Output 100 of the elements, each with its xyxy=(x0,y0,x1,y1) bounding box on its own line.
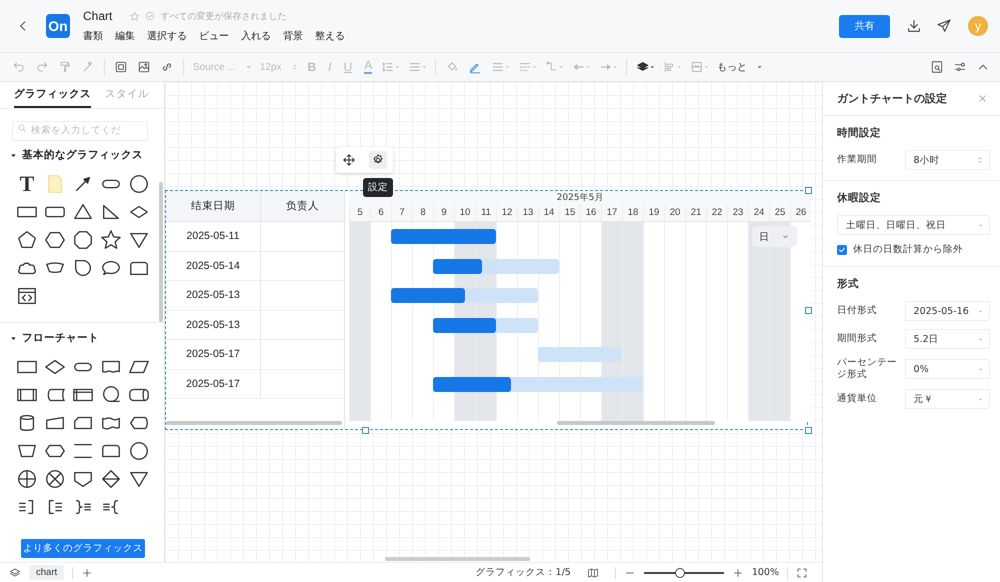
field-value: 土曜日、日曜日、祝日 xyxy=(846,218,946,232)
caret-icon xyxy=(977,336,984,342)
menu-item[interactable]: 整える xyxy=(315,29,345,43)
menu-item[interactable]: 入れる xyxy=(241,29,271,43)
task-bar[interactable] xyxy=(433,318,538,332)
image-icon[interactable] xyxy=(137,60,151,74)
sliders-icon[interactable] xyxy=(953,60,967,74)
resize-handle[interactable] xyxy=(805,307,812,314)
settings-button[interactable] xyxy=(368,151,387,169)
day-label: 12 xyxy=(496,204,517,221)
frame-icon[interactable] xyxy=(114,60,128,74)
resize-handle[interactable] xyxy=(805,187,812,194)
number-field[interactable]: 8小时 xyxy=(904,150,990,170)
dropdown[interactable]: 2025-05-16 xyxy=(904,301,990,321)
section-title: 形式 xyxy=(837,277,860,292)
circle-shape-icon[interactable] xyxy=(128,440,150,462)
close-icon[interactable] xyxy=(977,93,988,104)
day-label: 23 xyxy=(727,204,748,221)
checkbox[interactable] xyxy=(837,244,847,254)
send-icon[interactable] xyxy=(936,18,952,34)
dropdown[interactable]: 5.2日 xyxy=(904,329,990,349)
resize-handle[interactable] xyxy=(362,427,369,434)
zoom-in-icon[interactable] xyxy=(732,566,744,578)
tooltip: 設定 xyxy=(363,178,393,197)
search-icon xyxy=(17,123,27,133)
move-icon[interactable] xyxy=(342,153,356,167)
day-label: 24 xyxy=(748,204,769,221)
scrollbar[interactable] xyxy=(557,421,715,425)
resize-handle[interactable] xyxy=(805,427,812,434)
field-value: 2025-05-16 xyxy=(914,306,969,316)
menu-item[interactable]: ビュー xyxy=(199,29,229,43)
sort-shape-icon[interactable] xyxy=(100,468,122,490)
field-label: 作業期間 xyxy=(837,154,878,166)
text-tool[interactable]: T xyxy=(20,173,34,195)
or-shape-icon[interactable] xyxy=(44,468,66,490)
caret-icon xyxy=(977,222,984,228)
menu-item[interactable]: 背景 xyxy=(283,29,303,43)
find-icon[interactable] xyxy=(930,60,944,74)
day-label: 25 xyxy=(769,204,790,221)
day-label: 15 xyxy=(559,204,580,221)
circle-shape-icon[interactable] xyxy=(128,173,150,195)
plus-icon[interactable] xyxy=(81,566,94,578)
section-title: 時間設定 xyxy=(837,126,882,141)
summing-junction-shape-icon[interactable] xyxy=(16,468,38,490)
scrollbar[interactable] xyxy=(166,421,342,425)
menu-item[interactable]: 書類 xyxy=(83,29,103,43)
scale-select[interactable]: 日 xyxy=(752,226,797,247)
zoom-slider[interactable] xyxy=(644,568,724,578)
day-label: 16 xyxy=(580,204,601,221)
table-cell: 2025-05-17 xyxy=(166,370,261,398)
dropdown[interactable]: 土曜日、日曜日、祝日 xyxy=(837,215,990,235)
task-bar[interactable] xyxy=(433,258,559,274)
day-label: 22 xyxy=(706,204,727,221)
field-label: 期間形式 xyxy=(837,333,878,345)
day-label: 8 xyxy=(412,204,433,221)
section-title[interactable]: 基本的なグラフィックス xyxy=(22,148,143,162)
star-shape-icon[interactable] xyxy=(100,229,122,251)
task-bar[interactable] xyxy=(433,376,643,392)
search-field[interactable]: 検索を入力してくだ xyxy=(12,120,148,140)
app-logo[interactable]: On xyxy=(46,14,70,38)
table-cell: 2025-05-17 xyxy=(166,340,261,368)
share-button[interactable]: 共有 xyxy=(839,14,890,38)
star-icon[interactable] xyxy=(129,10,140,22)
dropdown[interactable]: 0% xyxy=(904,359,990,379)
table-cell: 2025-05-14 xyxy=(166,252,261,280)
caret-icon[interactable] xyxy=(10,334,17,342)
menu-item[interactable]: 編集 xyxy=(115,29,135,43)
menu-item[interactable]: 選択する xyxy=(147,29,187,43)
page-tab[interactable]: chart xyxy=(29,565,64,580)
zoom-level: 100% xyxy=(752,567,779,578)
section-title[interactable]: フローチャート xyxy=(22,331,99,345)
octagon-shape-icon[interactable] xyxy=(72,229,94,251)
more-shapes-button[interactable]: より多くのグラフィックス xyxy=(21,539,145,558)
layers-icon[interactable] xyxy=(636,60,654,74)
caret-icon[interactable] xyxy=(10,152,17,158)
more-menu[interactable]: もっと xyxy=(717,60,748,74)
hexagon-shape-icon[interactable] xyxy=(44,229,66,251)
save-status: すべての変更が保存されました xyxy=(160,10,286,22)
map-icon[interactable] xyxy=(586,566,599,578)
fullscreen-icon[interactable] xyxy=(796,566,808,578)
table-cell: 2025-05-13 xyxy=(166,310,261,339)
table-cell: 2025-05-11 xyxy=(166,222,261,250)
document-title[interactable]: Chart xyxy=(83,9,112,23)
drop-shape-icon[interactable] xyxy=(72,257,94,279)
layers-icon[interactable] xyxy=(9,566,21,578)
download-icon[interactable] xyxy=(906,18,922,34)
field-label: 通貨単位 xyxy=(837,393,878,405)
shape-count: グラフィックス：1/5 xyxy=(476,566,571,579)
code-block-icon[interactable] xyxy=(16,285,38,307)
pentagon-shape-icon[interactable] xyxy=(16,229,38,251)
field-label: パーセンテージ形式 xyxy=(837,357,898,381)
caret-icon xyxy=(977,396,984,402)
day-label: 7 xyxy=(391,204,412,221)
panel-tab[interactable]: グラフィックス xyxy=(14,82,91,108)
field-label: 日付形式 xyxy=(837,305,878,317)
dropdown[interactable]: 元￥ xyxy=(904,389,990,409)
scrollbar[interactable] xyxy=(385,557,530,561)
stepper-icon xyxy=(976,155,984,165)
task-bar[interactable] xyxy=(391,288,538,303)
field-value: 8小时 xyxy=(914,154,940,166)
